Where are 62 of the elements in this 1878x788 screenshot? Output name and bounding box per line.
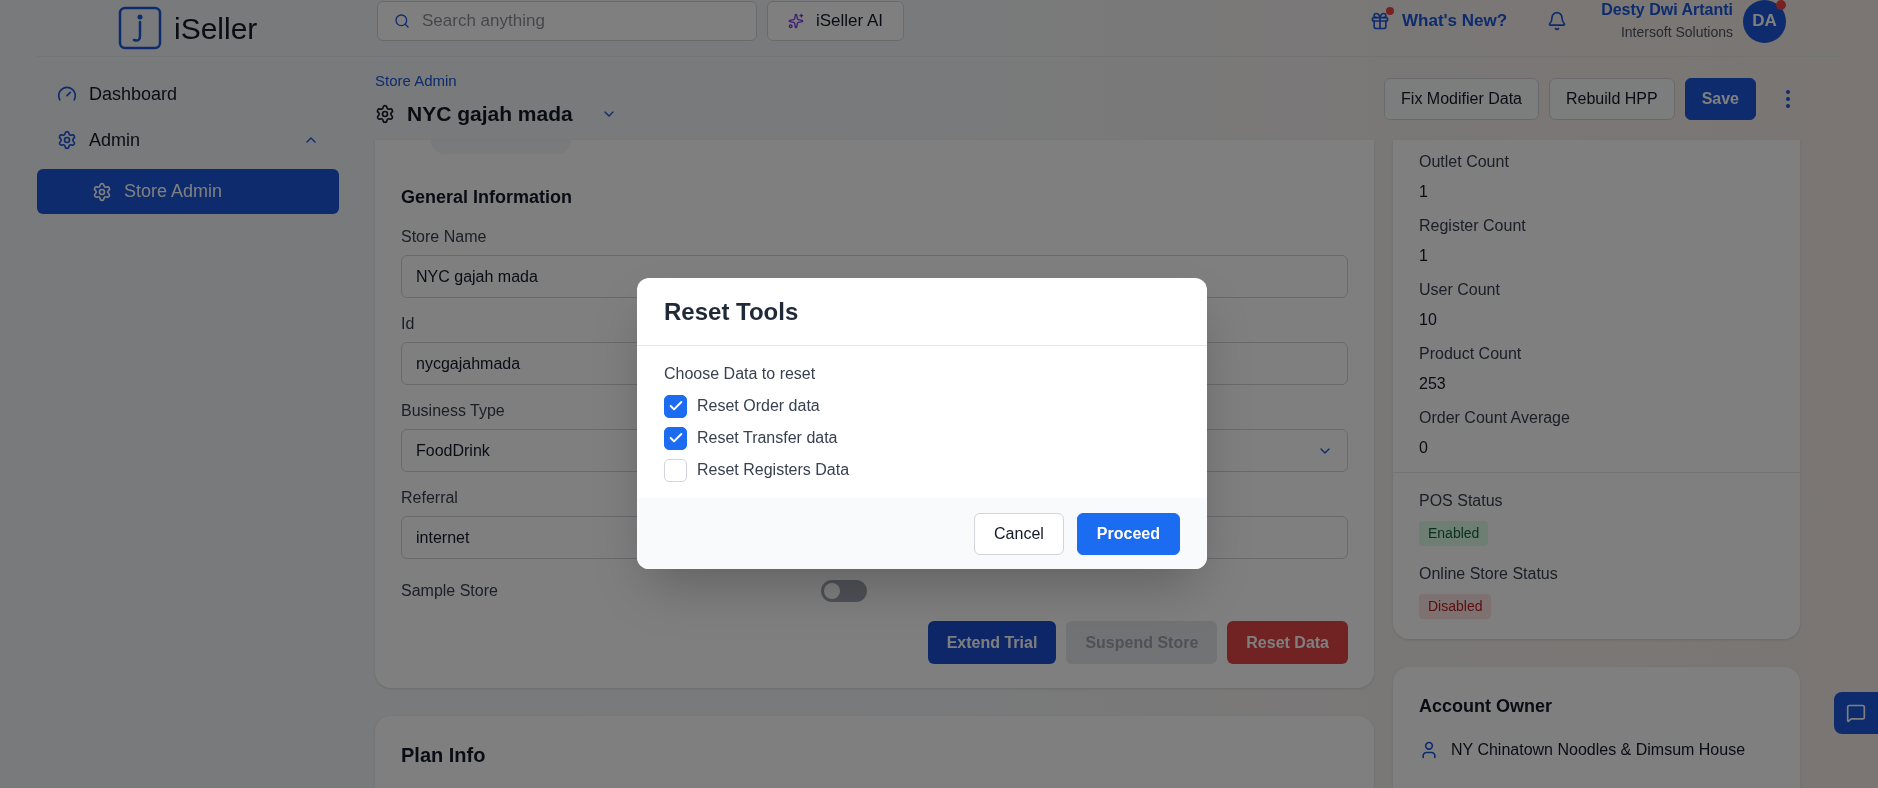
- user-name: Desty Dwi Artanti: [1601, 0, 1733, 21]
- stat-value: 1: [1419, 182, 1429, 202]
- field-label: Id: [401, 314, 415, 334]
- action-button[interactable]: Save: [1684, 77, 1756, 120]
- page-title: NYC gajah mada: [407, 101, 573, 127]
- option-label: Reset Transfer data: [697, 428, 838, 448]
- company-name: Intersoft Solutions: [1620, 24, 1733, 42]
- whats-new-link[interactable]: What's New?: [1370, 8, 1508, 34]
- dialog-button[interactable]: Proceed: [1076, 512, 1180, 555]
- section-title: Account Owner: [1419, 695, 1553, 718]
- sidebar-item[interactable]: Dashboard: [37, 71, 339, 117]
- stat-label: Product Count: [1419, 344, 1523, 364]
- chat-icon: [1846, 703, 1866, 723]
- breadcrumb-link[interactable]: Store Admin: [375, 69, 1385, 92]
- stat-value: 10: [1419, 310, 1438, 330]
- sparkle-icon: [788, 13, 804, 29]
- action-button[interactable]: Rebuild HPP: [1549, 77, 1675, 120]
- chat-button[interactable]: [1834, 692, 1878, 734]
- option-label: Reset Registers Data: [697, 460, 850, 480]
- stat-value: 0: [1419, 438, 1429, 458]
- status-badge: Disabled: [1419, 594, 1492, 619]
- sidebar-subitem[interactable]: Store Admin: [37, 169, 339, 214]
- status-label: POS Status: [1419, 491, 1504, 511]
- field-label: Referral: [401, 488, 458, 508]
- user-avatar[interactable]: DA: [1743, 0, 1786, 43]
- checkbox[interactable]: [664, 426, 687, 450]
- section-title: Plan Info: [401, 743, 487, 768]
- bell-icon[interactable]: [1547, 11, 1568, 31]
- action-button[interactable]: Fix Modifier Data: [1384, 77, 1539, 120]
- search-field[interactable]: Search anything: [377, 1, 757, 41]
- dialog-title: Reset Tools: [664, 296, 799, 327]
- stat-value: 1: [1419, 246, 1429, 266]
- card-button[interactable]: Reset Data: [1227, 621, 1348, 664]
- field-label: Sample Store: [401, 581, 499, 601]
- ai-button[interactable]: iSeller AI: [767, 1, 905, 41]
- logo-icon: [118, 6, 162, 50]
- settings-icon: [375, 103, 395, 124]
- brand-name: iSeller: [174, 10, 258, 47]
- dialog-prompt: Choose Data to reset: [664, 364, 817, 384]
- stat-label: Outlet Count: [1419, 152, 1510, 172]
- status-badge: Enabled: [1419, 521, 1489, 546]
- sidebar-item[interactable]: Admin: [37, 117, 339, 163]
- option-label: Reset Order data: [697, 396, 820, 416]
- owner-name: NY Chinatown Noodles & Dimsum House: [1451, 740, 1746, 760]
- checkbox[interactable]: [664, 394, 687, 418]
- user-icon: [1419, 740, 1439, 760]
- status-label: Online Store Status: [1419, 564, 1559, 584]
- field-label: Store Name: [401, 227, 487, 247]
- stat-label: Order Count Average: [1419, 408, 1571, 428]
- settings-icon: [92, 181, 112, 202]
- section-title: General Information: [401, 186, 574, 209]
- search-icon: [394, 13, 410, 29]
- dialog-button[interactable]: Cancel: [974, 512, 1064, 555]
- card-button[interactable]: Extend Trial: [927, 621, 1057, 664]
- toggle-switch[interactable]: [821, 580, 867, 602]
- gauge-icon: [57, 84, 77, 104]
- search-input[interactable]: Search anything: [422, 8, 740, 34]
- stat-value: 253: [1419, 374, 1447, 394]
- stat-label: User Count: [1419, 280, 1501, 300]
- field-label: Business Type: [401, 401, 505, 421]
- settings-icon: [57, 130, 77, 150]
- stat-label: Register Count: [1419, 216, 1527, 236]
